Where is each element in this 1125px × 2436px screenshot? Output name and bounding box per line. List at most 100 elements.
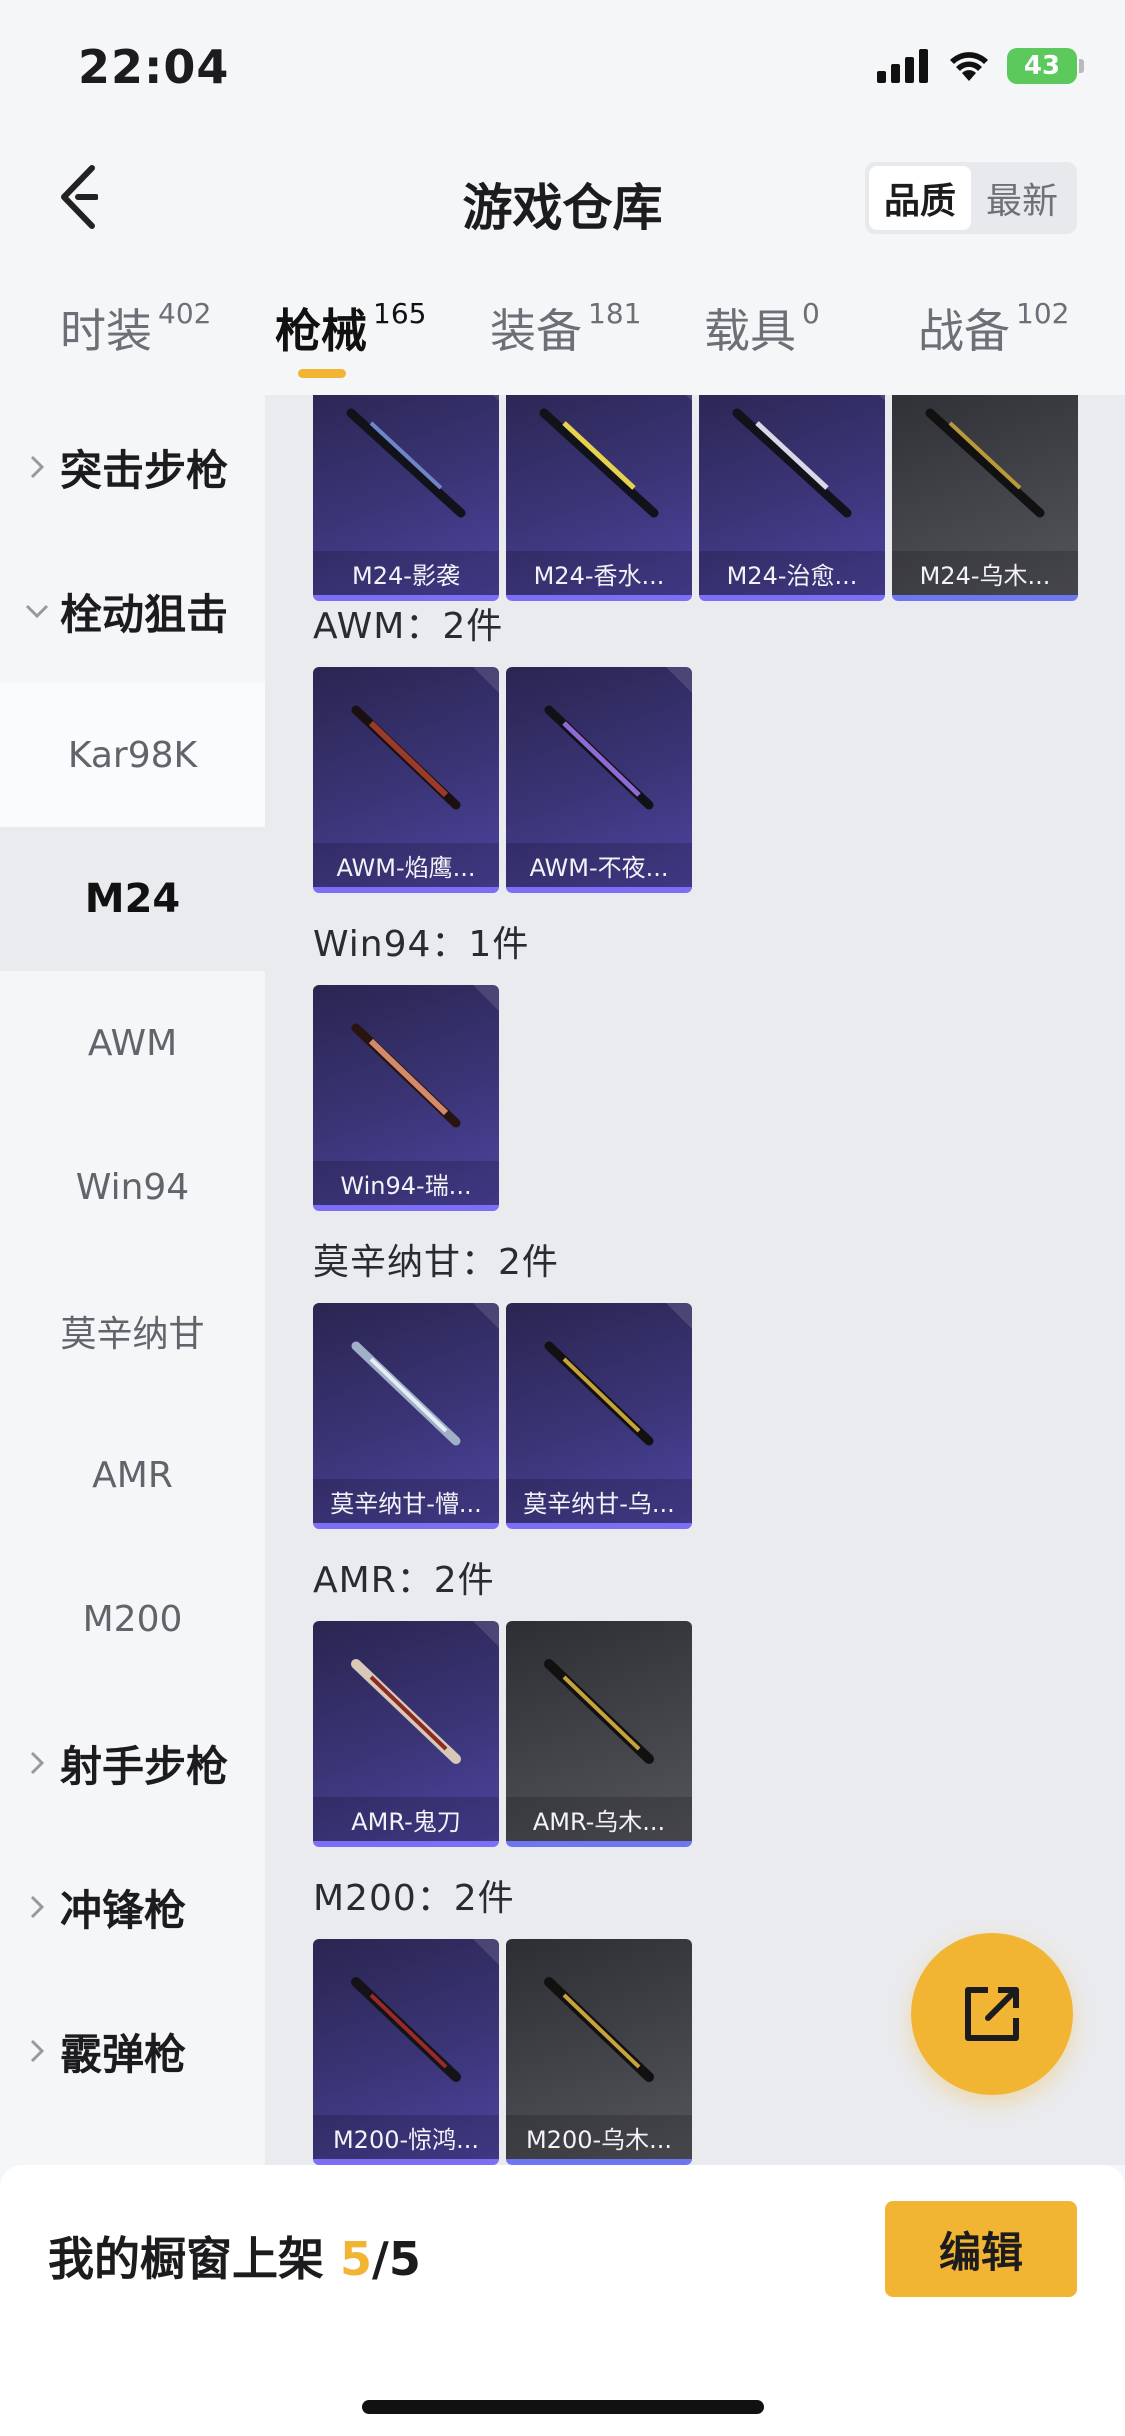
card-corner (473, 667, 499, 693)
skin-card[interactable]: M24-影袭 (313, 395, 499, 601)
sidebar-group-smg[interactable]: 冲锋枪 (0, 1835, 265, 1979)
sort-option-quality[interactable]: 品质 (869, 166, 971, 230)
tab-label: 时装 (60, 304, 152, 358)
chevron-right-icon (24, 2039, 50, 2063)
card-corner (473, 395, 499, 401)
item-grid: M24-影袭 M24-香水... M24-治愈... M24-乌木... AWM… (265, 395, 1125, 2165)
showcase-status: 我的橱窗上架 5/5 (48, 2223, 421, 2289)
chevron-right-icon (24, 455, 50, 479)
card-corner (473, 985, 499, 1011)
sidebar-item-amr[interactable]: AMR (0, 1403, 265, 1547)
tab-equipment[interactable]: 装备 181 (490, 295, 641, 361)
skin-name: M24-乌木... (892, 551, 1078, 595)
skin-card[interactable]: M200-乌木... (506, 1939, 692, 2165)
tab-label: 载具 (704, 304, 796, 358)
rifle-icon (544, 1977, 654, 2082)
rifle-icon (351, 705, 461, 810)
sidebar-item-kar98k[interactable]: Kar98K (0, 683, 265, 827)
sidebar-group-label: 冲锋枪 (60, 1885, 187, 1935)
skin-card[interactable]: AWM-焰鹰... (313, 667, 499, 893)
sidebar-group-assault-rifle[interactable]: 突击步枪 (0, 395, 265, 539)
rifle-icon (346, 408, 466, 518)
tab-count: 165 (373, 297, 427, 330)
skin-card[interactable]: 莫辛纳甘-乌... (506, 1303, 692, 1529)
sort-toggle: 品质 最新 (865, 162, 1077, 234)
rifle-icon (351, 1341, 461, 1446)
skin-card[interactable]: M24-乌木... (892, 395, 1078, 601)
tab-firearms[interactable]: 枪械 165 (275, 295, 426, 361)
sort-option-newest[interactable]: 最新 (971, 166, 1073, 230)
section-title: AWM：2件 (313, 606, 504, 647)
skin-card[interactable]: M24-香水... (506, 395, 692, 601)
sidebar-group-shotgun[interactable]: 霰弹枪 (0, 1979, 265, 2123)
section-title: 莫辛纳甘：2件 (313, 1242, 559, 1283)
tab-active-indicator (298, 369, 346, 378)
edit-button[interactable]: 编辑 (885, 2201, 1077, 2297)
share-button[interactable] (911, 1933, 1073, 2095)
tab-count: 181 (588, 297, 642, 330)
skin-card[interactable]: AMR-乌木... (506, 1621, 692, 1847)
card-corner (666, 667, 692, 693)
sidebar-group-label: 射手步枪 (60, 1741, 229, 1791)
skin-name: M200-乌木... (506, 2115, 692, 2159)
skin-name: AWM-焰鹰... (313, 843, 499, 887)
skin-card[interactable]: M200-惊鸿... (313, 1939, 499, 2165)
share-icon (965, 1987, 1019, 2041)
card-corner (666, 1303, 692, 1329)
weapon-category-sidebar: 突击步枪 栓动狙击 Kar98K M24 AWM Win94 莫辛纳甘 AMR … (0, 395, 265, 2165)
skin-name: Win94-瑞... (313, 1161, 499, 1205)
skin-card[interactable]: AMR-鬼刀 (313, 1621, 499, 1847)
status-icons: 43 (877, 48, 1084, 84)
chevron-down-icon (24, 604, 50, 618)
skin-name: AMR-鬼刀 (313, 1797, 499, 1841)
status-bar: 22:04 43 (0, 0, 1125, 140)
card-corner (473, 1939, 499, 1965)
rifle-icon (925, 408, 1045, 518)
skin-card[interactable]: Win94-瑞... (313, 985, 499, 1211)
sidebar-item-m200[interactable]: M200 (0, 1547, 265, 1691)
skin-name: M200-惊鸿... (313, 2115, 499, 2159)
sidebar-group-label: 栓动狙击 (60, 589, 229, 639)
tab-count: 102 (1016, 297, 1070, 330)
skin-card[interactable]: 莫辛纳甘-懵... (313, 1303, 499, 1529)
tab-label: 战备 (918, 304, 1010, 358)
skin-name: AWM-不夜... (506, 843, 692, 887)
card-corner (859, 395, 885, 401)
signal-icon (877, 49, 928, 83)
section-title: M200：2件 (313, 1878, 515, 1919)
battery-indicator: 43 (1007, 48, 1084, 84)
sidebar-group-label: 霰弹枪 (60, 2029, 187, 2079)
sidebar-group-bolt-sniper[interactable]: 栓动狙击 (0, 539, 265, 683)
rifle-icon (732, 408, 852, 518)
tab-label: 枪械 (275, 304, 367, 358)
nav-bar: 游戏仓库 品质 最新 (0, 140, 1125, 255)
sidebar-group-label: 突击步枪 (60, 445, 229, 495)
card-corner (666, 395, 692, 401)
showcase-current: 5 (340, 2232, 373, 2286)
tab-fashion[interactable]: 时装 402 (60, 295, 211, 361)
rifle-icon (351, 1977, 461, 2082)
skin-card[interactable]: M24-治愈... (699, 395, 885, 601)
sidebar-item-awm[interactable]: AWM (0, 971, 265, 1115)
tab-count: 402 (158, 297, 212, 330)
tab-label: 装备 (490, 304, 582, 358)
tab-count: 0 (802, 297, 820, 330)
tab-vehicles[interactable]: 载具 0 (704, 295, 820, 361)
card-corner (473, 1303, 499, 1329)
showcase-total: /5 (372, 2232, 421, 2286)
sidebar-group-marksman-rifle[interactable]: 射手步枪 (0, 1691, 265, 1835)
tab-battle-gear[interactable]: 战备 102 (918, 295, 1069, 361)
skin-name: M24-影袭 (313, 551, 499, 595)
skin-name: M24-香水... (506, 551, 692, 595)
sidebar-item-win94[interactable]: Win94 (0, 1115, 265, 1259)
section-title: AMR：2件 (313, 1560, 495, 1601)
card-corner (473, 1621, 499, 1647)
home-indicator (362, 2400, 764, 2414)
skin-card[interactable]: AWM-不夜... (506, 667, 692, 893)
sidebar-item-mosin[interactable]: 莫辛纳甘 (0, 1259, 265, 1403)
rifle-icon (544, 705, 654, 810)
skin-name: M24-治愈... (699, 551, 885, 595)
bottom-bar: 我的橱窗上架 5/5 编辑 (0, 2165, 1125, 2436)
chevron-right-icon (24, 1895, 50, 1919)
sidebar-item-m24[interactable]: M24 (0, 827, 265, 971)
